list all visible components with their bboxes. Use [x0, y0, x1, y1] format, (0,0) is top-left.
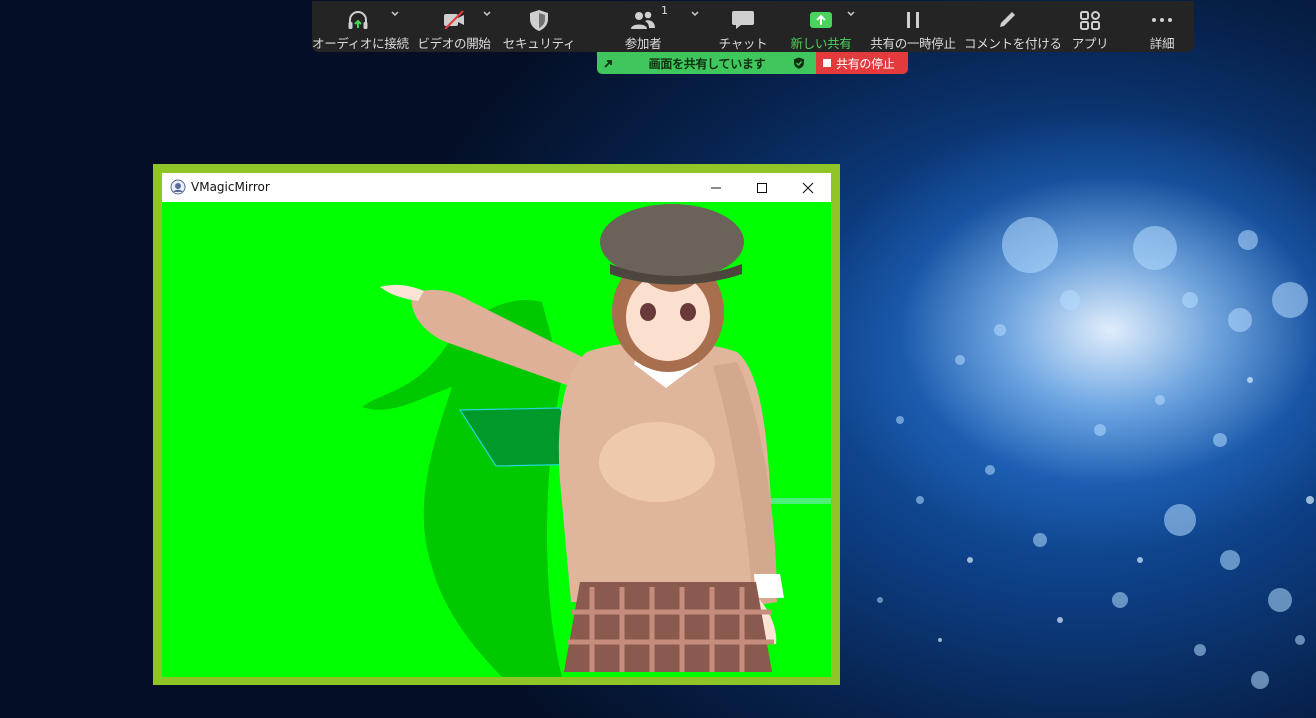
- participants-label: 参加者: [624, 36, 662, 51]
- light-gizmo: [762, 498, 831, 504]
- pause-share-button[interactable]: 共有の一時停止: [867, 1, 959, 52]
- participant-count: 1: [661, 4, 668, 17]
- stop-icon: [823, 59, 831, 67]
- window-title: VMagicMirror: [191, 180, 270, 194]
- stop-share-label: 共有の停止: [836, 57, 895, 71]
- avatar-eye-left: [680, 303, 696, 321]
- minimize-icon: [711, 187, 721, 189]
- pencil-icon: [1000, 12, 1015, 27]
- video-label: ビデオの開始: [417, 36, 491, 51]
- headphones-icon: [348, 11, 368, 29]
- security-label: セキュリティ: [502, 36, 576, 51]
- apps-button[interactable]: アプリ: [1060, 1, 1120, 52]
- avatar-eye-right: [640, 303, 656, 321]
- apps-label: アプリ: [1071, 36, 1109, 51]
- apps-icon: [1080, 11, 1100, 30]
- annotate-button[interactable]: コメントを付ける: [964, 1, 1062, 52]
- close-icon: [802, 182, 814, 194]
- shield-check-icon: [794, 57, 804, 69]
- new-share-label: 新しい共有: [790, 36, 852, 51]
- more-dots-icon: [1152, 18, 1172, 22]
- participants-icon: [631, 11, 655, 29]
- more-button[interactable]: 詳細: [1136, 1, 1188, 52]
- avatar-sweater-highlight: [599, 422, 715, 502]
- sharing-status-text: 画面を共有しています: [648, 57, 766, 71]
- pause-icon: [907, 12, 919, 28]
- vmagicmirror-app-icon: [170, 179, 186, 195]
- chat-button[interactable]: チャット: [712, 1, 774, 52]
- chat-icon: [732, 11, 754, 29]
- avatar-hand: [380, 284, 424, 301]
- avatar-cuff: [754, 574, 784, 598]
- maximize-button[interactable]: [739, 173, 785, 202]
- chevron-down-icon[interactable]: [690, 9, 700, 19]
- avatar-scene: [362, 204, 831, 677]
- close-button[interactable]: [785, 173, 831, 202]
- vmagicmirror-window[interactable]: VMagicMirror: [162, 173, 831, 677]
- chat-label: チャット: [718, 36, 768, 51]
- chevron-down-icon[interactable]: [846, 9, 856, 19]
- zoom-meeting-toolbar: オーディオに接続 ビデオの開始 セキュリティ 参加者 1 チャット 新しい共有 …: [312, 1, 1194, 52]
- share-up-arrow-icon: [810, 12, 832, 28]
- pause-share-label: 共有の一時停止: [870, 36, 956, 51]
- avatar-render-canvas[interactable]: [162, 202, 831, 677]
- more-label: 詳細: [1149, 36, 1175, 51]
- security-button[interactable]: セキュリティ: [498, 1, 580, 52]
- shield-icon: [530, 10, 548, 31]
- video-off-icon: [444, 10, 464, 30]
- screen-sharing-banner[interactable]: 画面を共有しています: [597, 52, 817, 74]
- stop-share-button[interactable]: 共有の停止: [816, 52, 908, 74]
- audio-label: オーディオに接続: [312, 36, 409, 51]
- minimize-button[interactable]: [693, 173, 739, 202]
- chevron-down-icon[interactable]: [482, 9, 492, 19]
- chevron-down-icon[interactable]: [390, 9, 400, 19]
- annotate-label: コメントを付ける: [964, 36, 1062, 51]
- maximize-icon: [757, 183, 767, 193]
- window-titlebar[interactable]: VMagicMirror: [162, 173, 831, 202]
